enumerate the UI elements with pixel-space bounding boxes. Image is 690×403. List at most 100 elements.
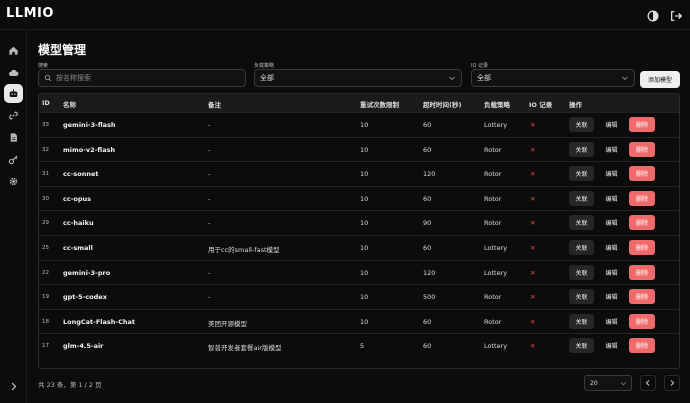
io-disabled-icon: ✕	[530, 293, 536, 302]
edit-button[interactable]: 编辑	[599, 240, 624, 255]
cell-id: 30	[42, 195, 49, 202]
link-button[interactable]: 关联	[569, 289, 594, 305]
edit-button[interactable]: 编辑	[599, 190, 624, 206]
logout-icon[interactable]	[669, 8, 683, 22]
table-row: 19 gpt-5-codex - 10 500 Rotor ✕ 关联 编辑 删除	[39, 284, 679, 309]
cell-retry: 10	[360, 244, 369, 252]
page-size-value: 20	[590, 379, 598, 387]
delete-button[interactable]: 删除	[629, 289, 655, 305]
sidebar-item-settings[interactable]	[4, 172, 23, 191]
cell-retry: 10	[360, 317, 369, 326]
sidebar-item-logs[interactable]	[4, 128, 23, 147]
strategy-value: 全部	[260, 74, 274, 82]
sidebar-expand-button[interactable]	[4, 377, 23, 396]
strategy-label: 负载策略	[254, 63, 275, 69]
header-name: 名称	[63, 101, 76, 109]
edit-button[interactable]: 编辑	[599, 166, 624, 182]
chevron-right-icon	[670, 380, 675, 386]
cell-strategy: Rotor	[484, 293, 502, 302]
delete-button[interactable]: 删除	[629, 313, 655, 329]
delete-button[interactable]: 删除	[629, 215, 655, 231]
models-table: ID 名称 备注 重试次数限制 超时时间(秒) 负载策略 IO 记录 操作 33…	[38, 93, 680, 369]
sidebar-item-providers[interactable]	[4, 63, 23, 82]
cell-retry: 10	[360, 121, 369, 129]
cell-timeout: 60	[423, 121, 432, 129]
table-row: 30 cc-opus - 10 60 Rotor ✕ 关联 编辑 删除	[39, 185, 679, 211]
edit-button[interactable]: 编辑	[599, 141, 624, 157]
table-row: 32 mimo-v2-flash - 10 60 Rotor ✕ 关联 编辑 删除	[39, 136, 679, 162]
sidebar-item-home[interactable]	[4, 41, 23, 60]
cell-retry: 10	[360, 194, 369, 203]
link-button[interactable]: 关联	[569, 313, 594, 329]
io-disabled-icon: ✕	[530, 317, 536, 326]
search-label: 搜索	[38, 63, 49, 69]
cell-timeout: 60	[423, 317, 432, 326]
io-label: IO 记录	[471, 63, 488, 69]
cell-retry: 5	[360, 342, 365, 351]
chevron-down-icon	[621, 382, 626, 386]
cell-strategy: Rotor	[484, 219, 502, 228]
sidebar	[0, 31, 27, 403]
cell-id: 33	[42, 122, 49, 128]
header-id: ID	[42, 99, 50, 107]
cell-timeout: 60	[423, 194, 432, 203]
table-row: 22 gemini-3-pro - 10 120 Lottery ✕ 关联 编辑 删除	[39, 259, 679, 285]
next-page-button[interactable]	[664, 375, 680, 391]
cell-strategy: Lottery	[484, 268, 508, 277]
header-note: 备注	[208, 101, 221, 109]
header-actions: 操作	[569, 101, 582, 109]
edit-button[interactable]: 编辑	[599, 313, 624, 329]
cell-timeout: 500	[423, 293, 436, 302]
cell-name: cc-opus	[63, 194, 92, 203]
sidebar-item-models[interactable]	[4, 84, 23, 103]
link-button[interactable]: 关联	[569, 117, 594, 132]
edit-button[interactable]: 编辑	[599, 117, 624, 132]
link-button[interactable]: 关联	[569, 166, 594, 182]
delete-button[interactable]: 删除	[629, 240, 655, 255]
cell-id: 32	[42, 146, 49, 153]
link-button[interactable]: 关联	[569, 141, 594, 157]
theme-toggle-icon[interactable]	[646, 8, 660, 22]
table-row: 33 gemini-3-flash - 10 60 Lottery ✕ 关联 编辑 删除	[39, 112, 679, 137]
page-size-select[interactable]: 20	[584, 375, 632, 391]
delete-button[interactable]: 删除	[629, 117, 655, 132]
io-disabled-icon: ✕	[530, 268, 536, 277]
edit-button[interactable]: 编辑	[599, 264, 624, 280]
cell-strategy: Rotor	[484, 194, 502, 203]
link-button[interactable]: 关联	[569, 338, 594, 354]
delete-button[interactable]: 删除	[629, 338, 655, 354]
cell-id: 31	[42, 171, 49, 178]
link-button[interactable]: 关联	[569, 240, 594, 255]
cell-strategy: Lottery	[484, 342, 508, 351]
cell-id: 17	[42, 343, 49, 350]
io-select[interactable]: 全部	[471, 69, 635, 87]
io-disabled-icon: ✕	[530, 145, 536, 154]
delete-button[interactable]: 删除	[629, 166, 655, 182]
link-button[interactable]: 关联	[569, 215, 594, 231]
prev-page-button[interactable]	[640, 375, 656, 391]
edit-button[interactable]: 编辑	[599, 338, 624, 354]
delete-button[interactable]: 删除	[629, 141, 655, 157]
cell-timeout: 120	[423, 170, 436, 179]
delete-button[interactable]: 删除	[629, 264, 655, 280]
page-title: 模型管理	[38, 43, 87, 57]
home-icon	[9, 46, 18, 55]
link-button[interactable]: 关联	[569, 264, 594, 280]
sidebar-item-keys[interactable]	[4, 150, 23, 169]
cell-timeout: 60	[423, 145, 432, 154]
strategy-select[interactable]: 全部	[254, 69, 462, 87]
delete-button[interactable]: 删除	[629, 190, 655, 206]
add-model-button[interactable]: 添加模型	[640, 71, 680, 88]
edit-button[interactable]: 编辑	[599, 215, 624, 231]
cell-id: 19	[42, 294, 49, 301]
link-button[interactable]: 关联	[569, 190, 594, 206]
cell-retry: 10	[360, 145, 369, 154]
cell-strategy: Lottery	[484, 121, 508, 129]
cell-retry: 10	[360, 268, 369, 277]
cell-name: LongCat-Flash-Chat	[63, 317, 135, 326]
search-input[interactable]: 按名称搜索	[38, 69, 246, 87]
sidebar-item-associations[interactable]	[4, 106, 23, 125]
cell-name: cc-sonnet	[63, 170, 99, 179]
chevron-down-icon	[449, 76, 455, 81]
edit-button[interactable]: 编辑	[599, 289, 624, 305]
